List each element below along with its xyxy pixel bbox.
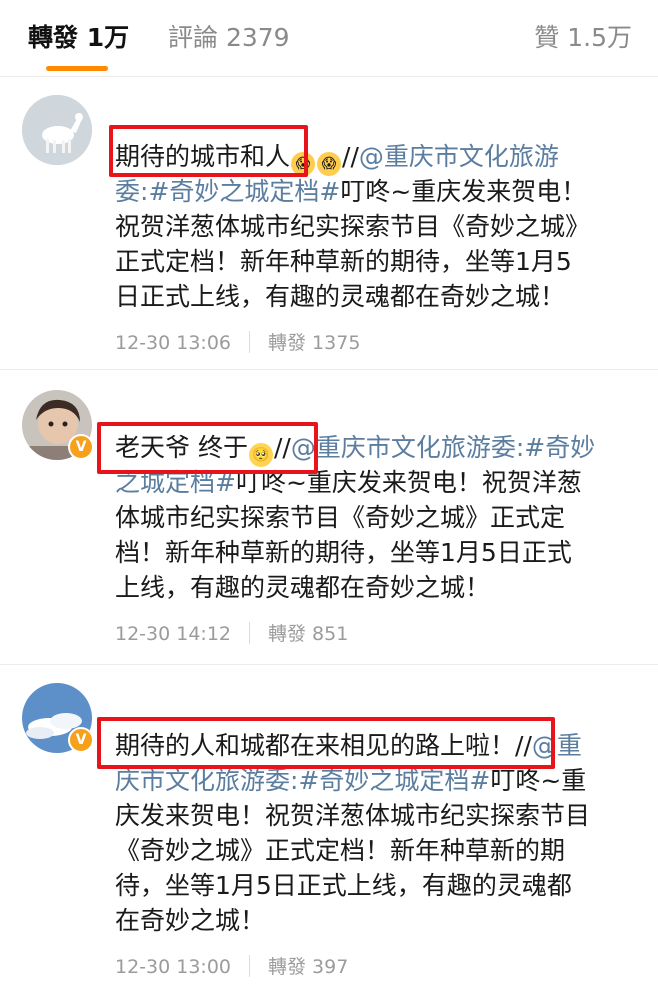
hashtag-link[interactable]: #奇妙	[524, 433, 595, 462]
separator-text: //	[342, 142, 359, 171]
body-text: 在奇妙之城！	[115, 906, 266, 935]
hashtag-link[interactable]: #奇妙之城定档#	[298, 766, 490, 795]
scream-emoji-icon: 😱	[317, 152, 342, 176]
highlight-box	[109, 125, 308, 177]
body-text: 祝贺洋葱体城市纪实探索节目《奇妙之城》	[115, 212, 591, 241]
repost-item: V 老天爷 终于 🥺//@重庆市文化旅游委:#奇妙 之城定档#叮咚~重庆发来贺电！…	[0, 370, 658, 665]
mention-link[interactable]: 庆市文化旅游委:	[115, 766, 298, 795]
body-text: 上线，有趣的灵魂都在奇妙之城！	[115, 573, 491, 602]
body-text: 叮咚~重	[490, 766, 587, 795]
body-text: 正式定档！新年种草新的期待，坐等1月5	[115, 247, 572, 276]
body-text: 体城市纪实探索节目《奇妙之城》正式定	[115, 503, 566, 532]
body-text: 档！新年种草新的期待，坐等1月5日正式	[115, 538, 572, 567]
tab-bar: 轉發 1万 評論 2379 贊 1.5万	[0, 0, 658, 77]
body-text: 待，坐等1月5日正式上线，有趣的灵魂都	[115, 871, 572, 900]
body-text: 《奇妙之城》正式定档！新年种草新的期	[115, 836, 566, 865]
divider	[249, 955, 251, 977]
repost-count[interactable]: 轉發 397	[268, 956, 348, 978]
timestamp: 12-30 13:00	[115, 956, 232, 978]
tab-likes[interactable]: 贊 1.5万	[534, 20, 632, 56]
tab-reposts[interactable]: 轉發 1万	[28, 20, 129, 56]
repost-meta: 12-30 14:12 轉發 851	[115, 621, 348, 647]
avatar[interactable]	[22, 95, 92, 165]
white-horse-avatar-icon	[22, 95, 92, 165]
verified-badge-icon: V	[68, 727, 94, 753]
hashtag-link[interactable]: #奇妙之城定档#	[148, 177, 340, 206]
mention-link[interactable]: @重庆市文化旅游委:	[291, 433, 524, 462]
verified-badge-icon: V	[68, 434, 94, 460]
active-tab-indicator	[46, 66, 108, 71]
repost-count[interactable]: 轉發 1375	[268, 332, 360, 354]
highlight-box	[97, 717, 555, 769]
mention-link[interactable]: @重庆市文化旅游	[359, 142, 559, 171]
repost-item: 期待的城市和人 😱 😱//@重庆市文化旅游 委:#奇妙之城定档#叮咚~重庆发来贺电！…	[0, 77, 658, 370]
highlight-box	[97, 422, 318, 474]
timestamp: 12-30 13:06	[115, 332, 232, 354]
body-text: 庆发来贺电！祝贺洋葱体城市纪实探索节目	[115, 801, 591, 830]
divider	[249, 331, 251, 353]
repost-meta: 12-30 13:06 轉發 1375	[115, 330, 360, 356]
tab-comments[interactable]: 評論 2379	[168, 20, 290, 56]
repost-count[interactable]: 轉發 851	[268, 623, 348, 645]
mention-link[interactable]: 委:	[115, 177, 148, 206]
body-text: 日正式上线，有趣的灵魂都在奇妙之城！	[115, 282, 566, 311]
body-text: 叮咚~重庆发来贺电！	[340, 177, 587, 206]
divider	[249, 622, 251, 644]
repost-item: V 期待的人和城都在来相见的路上啦！//@重 庆市文化旅游委:#奇妙之城定档#叮…	[0, 665, 658, 1000]
repost-meta: 12-30 13:00 轉發 397	[115, 954, 348, 980]
timestamp: 12-30 14:12	[115, 623, 232, 645]
